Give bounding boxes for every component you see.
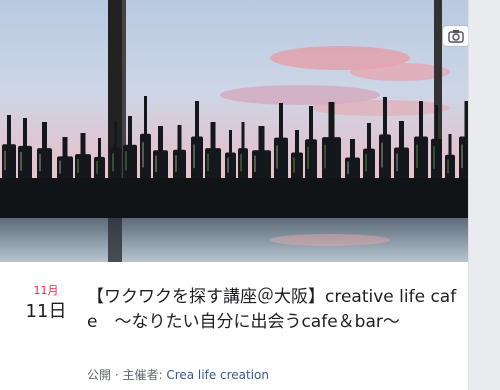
- host-link[interactable]: Crea life creation: [166, 368, 269, 382]
- event-card[interactable]: 11月 11日 【ワクワクを探す講座＠大阪】creative life cafe…: [0, 0, 469, 390]
- privacy-label: 公開: [87, 368, 112, 382]
- host-prefix: 主催者:: [122, 368, 167, 382]
- event-cover-photo[interactable]: [0, 0, 468, 262]
- camera-icon: [448, 30, 464, 43]
- cover-camera-button[interactable]: [443, 26, 468, 46]
- event-meta: 公開 · 主催者: Crea life creation: [87, 366, 269, 383]
- event-title[interactable]: 【ワクワクを探す講座＠大阪】creative life cafe ～なりたい自分…: [87, 285, 465, 335]
- event-month: 11月: [33, 284, 59, 297]
- event-date: 11月 11日: [20, 284, 72, 324]
- meta-separator: ·: [111, 368, 123, 382]
- event-day: 11日: [25, 301, 67, 322]
